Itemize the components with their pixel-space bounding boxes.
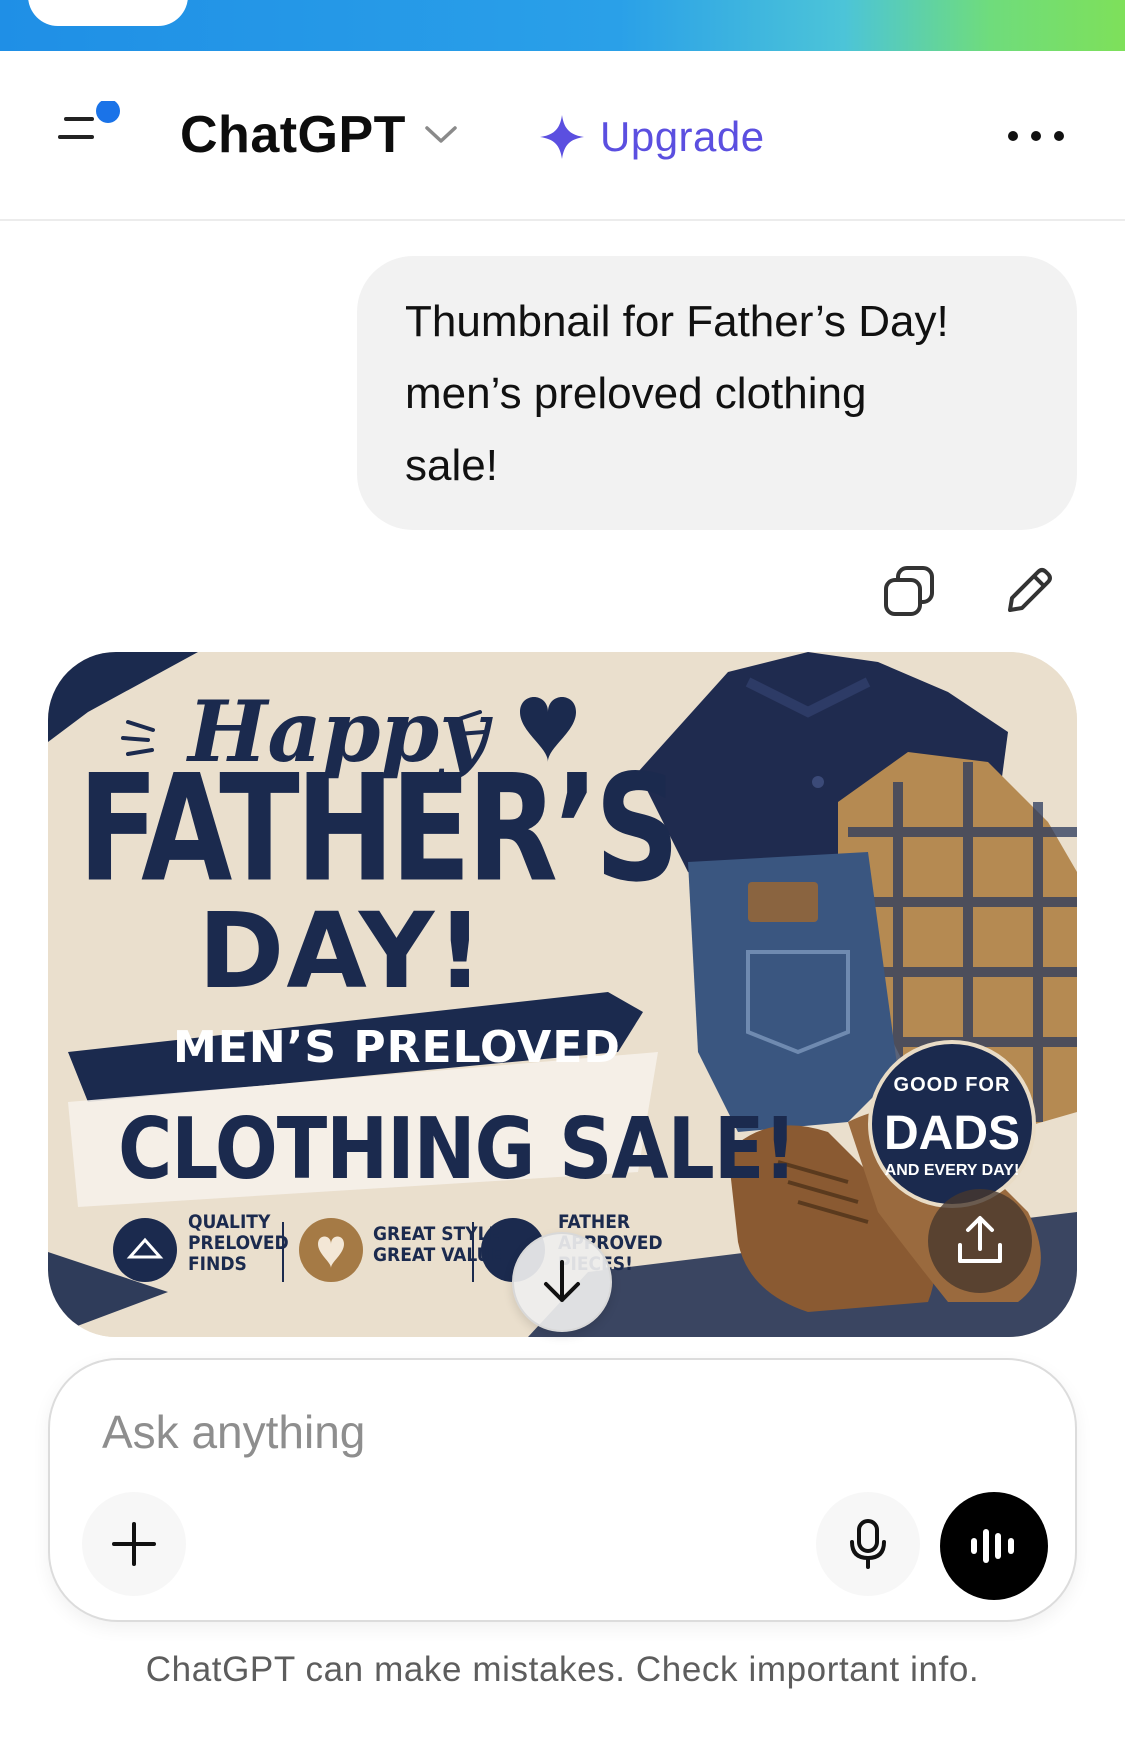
- good-for-dads-badge: GOOD FOR DADS AND EVERY DAY!: [868, 1040, 1036, 1208]
- arrow-down-icon: [544, 1260, 580, 1302]
- share-image-button[interactable]: [928, 1189, 1032, 1293]
- more-icon: [1008, 131, 1018, 141]
- feature-text: QUALITY PRELOVED FINDS: [188, 1211, 289, 1275]
- badge-bottom-text: AND EVERY DAY!: [884, 1162, 1020, 1179]
- copy-icon: [884, 566, 934, 616]
- user-message-text: Thumbnail for Father’s Day! men’s prelov…: [405, 297, 949, 490]
- thumbnail-fathers-text: FATHER’S: [78, 742, 680, 915]
- voice-mode-button[interactable]: [940, 1492, 1048, 1600]
- sparkle-icon: [540, 115, 584, 159]
- status-bar-strip: [0, 0, 1125, 51]
- scroll-to-bottom-button[interactable]: [512, 1232, 612, 1332]
- more-options-button[interactable]: [1008, 121, 1064, 151]
- badge-top-text: GOOD FOR: [893, 1074, 1011, 1096]
- message-input[interactable]: [102, 1400, 1002, 1464]
- disclaimer-text: ChatGPT can make mistakes. Check importa…: [145, 1650, 980, 1689]
- share-icon: [958, 1216, 1002, 1263]
- thumbnail-clothing-sale-text: CLOTHING SALE!: [118, 1100, 797, 1199]
- edit-button[interactable]: [998, 562, 1058, 622]
- edit-icon: [1008, 568, 1052, 612]
- microphone-icon: [850, 1519, 886, 1569]
- thumbnail-feature-1: QUALITY PRELOVED FINDS: [188, 1212, 289, 1275]
- thumbnail-feature-2: GREAT STYLE GREAT VALUE: [373, 1224, 502, 1266]
- model-name: ChatGPT: [180, 106, 406, 164]
- thumbnail-preloved-text: MEN’S PRELOVED: [173, 1022, 621, 1073]
- upgrade-label: Upgrade: [600, 113, 765, 160]
- app-header: ChatGPT Upgrade: [0, 51, 1125, 221]
- badge-main-text: DADS: [883, 1107, 1020, 1160]
- voice-wave-icon: [971, 1529, 1014, 1563]
- dictate-button[interactable]: [816, 1492, 920, 1596]
- upgrade-button[interactable]: Upgrade: [538, 107, 765, 167]
- copy-button[interactable]: [880, 562, 940, 622]
- thumbnail-day-text: DAY!: [198, 890, 486, 1012]
- model-selector[interactable]: ChatGPT: [180, 103, 458, 167]
- chevron-down-icon: [424, 125, 458, 145]
- plus-icon: [112, 1522, 156, 1566]
- attach-button[interactable]: [82, 1492, 186, 1596]
- status-pill: [28, 0, 188, 26]
- message-composer: [48, 1358, 1077, 1622]
- user-message-bubble: Thumbnail for Father’s Day! men’s prelov…: [357, 256, 1077, 530]
- feature-text: GREAT STYLE GREAT VALUE: [373, 1223, 503, 1266]
- menu-icon: [58, 99, 120, 139]
- sidebar-menu-button[interactable]: [58, 99, 128, 161]
